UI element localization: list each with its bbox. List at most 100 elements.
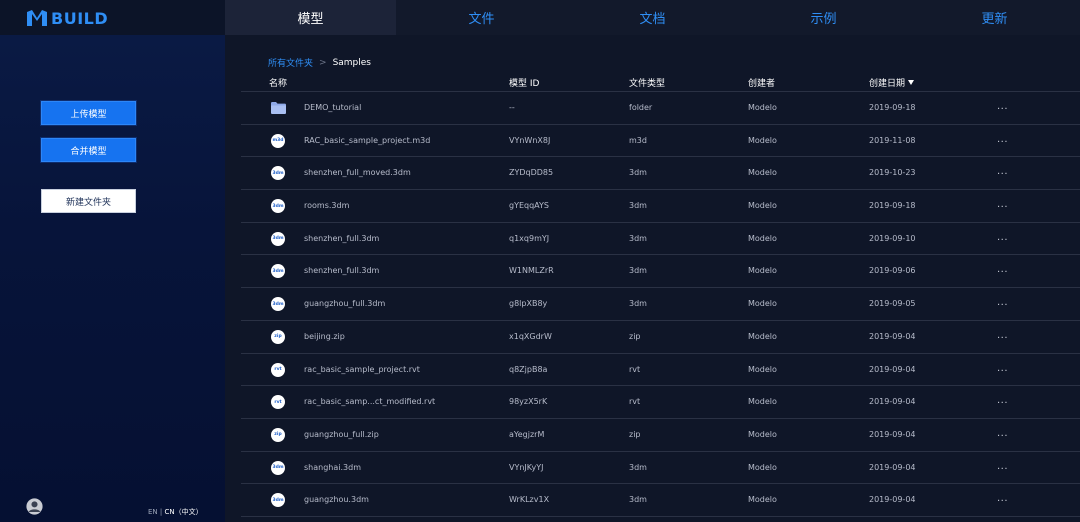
file-type-badge: m3d [271,133,285,148]
file-type-badge: 3dm [271,231,285,246]
brand-logo-mark [27,9,47,26]
more-actions-icon[interactable]: ... [997,428,1008,439]
table-row[interactable]: 3dm guangzhou_full.3dm g8lpXB8y 3dm Modelo 20… [241,288,1080,321]
created-date: 2019-09-04 [869,462,916,472]
file-name: guangzhou_full.zip [304,429,379,439]
table-row[interactable]: 3dm shenzhen_full.3dm q1xq9mYJ 3dm Modelo 201… [241,223,1080,256]
created-date: 2019-10-23 [869,168,916,178]
file-type-badge-icon: 3dm [271,199,285,214]
more-actions-icon[interactable]: ... [997,395,1008,406]
file-name: rooms.3dm [304,201,350,211]
brand[interactable]: BUILD [0,0,225,35]
sort-desc-icon [908,80,915,85]
file-type-badge: rvt [271,362,285,377]
more-actions-icon[interactable]: ... [997,166,1008,177]
file-type-badge: 3dm [271,493,285,508]
table-row[interactable]: rvt rac_basic_samp...ct_modified.rvt 98yzX… [241,386,1080,419]
main-content: 所有文件夹 > Samples 名称 模型 ID 文件类型 创建者 创建日期 D… [225,35,1080,522]
table-row[interactable]: DEMO_tutorial -- folder Modelo 2019-09-18... [241,92,1080,125]
lang-en-link[interactable]: EN [148,508,158,516]
creator: Modelo [748,201,777,211]
more-actions-icon[interactable]: ... [997,264,1008,275]
user-avatar-icon[interactable] [26,498,43,515]
file-name: shenzhen_full.3dm [304,233,380,243]
tab-docs[interactable]: 文档 [567,0,738,35]
more-actions-icon[interactable]: ... [997,199,1008,210]
merge-model-button[interactable]: 合并模型 [41,138,136,162]
file-type: zip [629,429,641,439]
table-row[interactable]: 3dm shanghai.3dm VYnJKyYJ 3dm Modelo 2019-09-… [241,452,1080,485]
created-date: 2019-09-10 [869,233,916,243]
file-type-badge-icon: rvt [271,395,285,410]
header-file-type[interactable]: 文件类型 [629,76,665,89]
creator: Modelo [748,429,777,439]
file-type-badge: 3dm [271,199,285,214]
created-date: 2019-09-04 [869,495,916,505]
file-type-badge: rvt [271,395,285,410]
model-id: 98yzX5rK [509,397,548,407]
creator: Modelo [748,266,777,276]
file-type-badge: 3dm [271,166,285,181]
upload-model-button[interactable]: 上传模型 [41,101,136,125]
file-type-badge-icon: 3dm [271,460,285,475]
created-date: 2019-09-04 [869,331,916,341]
table-row[interactable]: zip guangzhou_full.zip aYegjzrM zip Modelo 20… [241,419,1080,452]
creator: Modelo [748,103,777,112]
file-type: folder [629,103,653,112]
creator: Modelo [748,495,777,505]
tab-files[interactable]: 文件 [396,0,567,35]
tab-models[interactable]: 模型 [225,0,396,35]
file-type-badge-icon: m3d [271,133,285,148]
file-type-badge: 3dm [271,297,285,312]
table-body: DEMO_tutorial -- folder Modelo 2019-09-18...… [241,92,1080,517]
creator: Modelo [748,331,777,341]
new-folder-button[interactable]: 新建文件夹 [41,189,136,213]
creator: Modelo [748,168,777,178]
file-name: DEMO_tutorial [304,103,362,112]
file-type: 3dm [629,299,647,309]
more-actions-icon[interactable]: ... [997,101,1008,112]
more-actions-icon[interactable]: ... [997,232,1008,243]
more-actions-icon[interactable]: ... [997,461,1008,472]
creator: Modelo [748,397,777,407]
lang-cn-link[interactable]: CN（中文） [164,508,202,516]
file-name: beijing.zip [304,331,345,341]
file-type-badge-icon: zip [271,427,285,442]
created-date: 2019-09-18 [869,103,916,112]
file-type-badge-icon: 3dm [271,264,285,279]
more-actions-icon[interactable]: ... [997,363,1008,374]
table-row[interactable]: m3d RAC_basic_sample_project.m3d VYnWnX8J m… [241,125,1080,158]
table-row[interactable]: 3dm shenzhen_full_moved.3dm ZYDqDD85 3dm Mod… [241,157,1080,191]
more-actions-icon[interactable]: ... [997,297,1008,308]
file-name: guangzhou_full.3dm [304,299,386,309]
header-creator[interactable]: 创建者 [748,76,775,89]
file-type: 3dm [629,201,647,211]
more-actions-icon[interactable]: ... [997,134,1008,145]
header-created-date[interactable]: 创建日期 [869,76,915,89]
file-type: 3dm [629,266,647,276]
table-row[interactable]: zip beijing.zip x1qXGdrW zip Modelo 2019-09-0… [241,321,1080,354]
header-model-id[interactable]: 模型 ID [509,76,539,89]
folder-icon [271,101,286,115]
more-actions-icon[interactable]: ... [997,330,1008,341]
creator: Modelo [748,233,777,243]
model-id: x1qXGdrW [509,331,552,341]
file-name: rac_basic_sample_project.rvt [304,364,420,374]
more-actions-icon[interactable]: ... [997,493,1008,504]
created-date: 2019-09-06 [869,266,916,276]
file-type-badge: 3dm [271,264,285,279]
table-row[interactable]: rvt rac_basic_sample_project.rvt q8ZjpB8a r… [241,354,1080,387]
file-name: rac_basic_samp...ct_modified.rvt [304,397,436,407]
model-id: q1xq9mYJ [509,233,550,243]
table-row[interactable]: 3dm guangzhou.3dm WrKLzv1X 3dm Modelo 2019-09… [241,484,1080,517]
tab-examples[interactable]: 示例 [738,0,909,35]
header-name[interactable]: 名称 [269,76,287,89]
file-type: rvt [629,364,641,374]
creator: Modelo [748,462,777,472]
breadcrumb-root-link[interactable]: 所有文件夹 [268,56,313,69]
table-row[interactable]: 3dm rooms.3dm gYEqqAYS 3dm Modelo 2019-09-18.… [241,190,1080,223]
file-type: 3dm [629,168,647,178]
tab-updates[interactable]: 更新 [909,0,1080,35]
model-id: ZYDqDD85 [509,168,554,178]
table-row[interactable]: 3dm shenzhen_full.3dm W1NMLZrR 3dm Modelo 201… [241,255,1080,289]
